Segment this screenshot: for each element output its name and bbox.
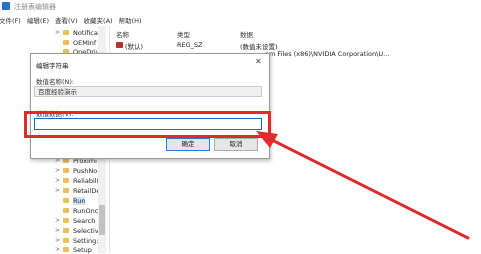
menu-bar: 文件(F) 编辑(E) 查看(V) 收藏夹(A) 帮助(H) [0,13,481,25]
close-icon[interactable]: ✕ [255,57,262,66]
expand-arrow-icon[interactable]: > [55,246,63,253]
tree-scrollbar-thumb[interactable] [99,205,105,235]
ok-button[interactable]: 确定 [166,138,210,151]
tree-item[interactable]: > RetailDe [55,186,100,195]
column-header-type[interactable]: 类型 [177,29,190,39]
expand-arrow-icon[interactable]: > [55,237,63,244]
value-name[interactable]: (默认) [125,41,143,51]
folder-icon [63,178,69,183]
tree-item-label: OEMInf [73,38,97,47]
tree-item-label: RunOnc [73,206,99,215]
tree-item-label: Setting: [73,236,99,245]
folder-icon [63,198,69,203]
cancel-button[interactable]: 取消 [214,138,258,151]
expand-arrow-icon[interactable]: > [55,29,63,36]
expand-arrow-icon[interactable]: > [55,217,63,224]
tree-item[interactable]: > PushNo [55,166,97,175]
folder-icon [63,30,69,35]
tree-item[interactable]: > Reliabili [55,176,98,185]
folder-icon [63,40,69,45]
folder-icon [63,168,69,173]
tree-item-label: Selectiv [73,226,99,235]
folder-icon [63,247,69,252]
tree-item[interactable]: RunOnc [55,206,98,215]
expand-arrow-icon[interactable]: > [55,227,63,234]
tree-item[interactable]: > Notifica [55,28,98,37]
value-name-field: 百度经验演示 [34,86,262,97]
tree-item-label: RetailDe [73,186,101,195]
menu-view[interactable]: 查看(V) [52,13,81,25]
expand-arrow-icon[interactable]: > [55,167,63,174]
tree-item-label: Run [73,196,86,205]
highlight-box [24,111,271,138]
tree-item-label: Search [73,216,96,225]
folder-icon [63,228,69,233]
tree-item-label: Notifica [73,28,98,37]
column-header-name[interactable]: 名称 [116,29,129,39]
tree-item-label: Reliabili [73,176,99,185]
expand-arrow-icon[interactable]: > [55,177,63,184]
folder-icon [63,188,69,193]
title-bar: 注册表编辑器 [0,0,481,13]
folder-icon [63,218,69,223]
menu-edit[interactable]: 编辑(E) [24,13,52,25]
column-header-data[interactable]: 数据 [240,29,253,39]
value-name-label: 数值名称(N): [36,78,75,86]
expand-arrow-icon[interactable]: > [55,187,63,194]
menu-file[interactable]: 文件(F) [0,13,24,25]
tree-item-label: Setup [73,245,92,254]
folder-icon [63,208,69,213]
tree-item-label: PushNo [73,166,98,175]
tree-item-run[interactable]: Run [55,196,86,205]
regedit-app-icon [2,2,10,10]
window-title: 注册表编辑器 [14,3,56,11]
tree-item[interactable]: > Search [55,216,95,225]
string-value-icon [116,42,123,48]
tree-item[interactable]: > Setting: [55,236,98,245]
tree-item[interactable]: OEMInf [55,38,96,47]
folder-icon [63,238,69,243]
menu-help[interactable]: 帮助(H) [116,13,145,25]
value-data: am Files (x86)\NVIDIA Corporation\U... [265,50,390,58]
value-type: REG_SZ [177,41,203,49]
tree-item[interactable]: > Selectiv [55,226,99,235]
dialog-title: 编辑字符串 [36,62,69,70]
menu-favorites[interactable]: 收藏夹(A) [81,13,116,25]
